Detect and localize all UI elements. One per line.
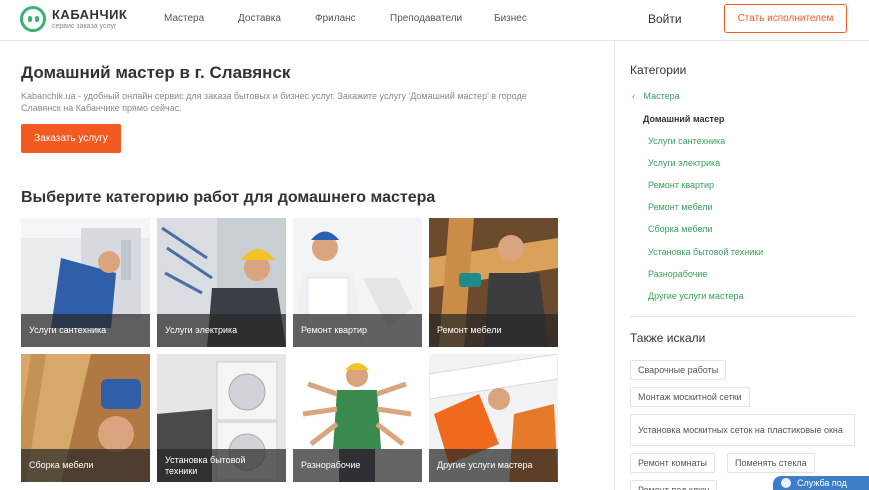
tile-furniture-assembly[interactable]: Сборка мебели <box>21 354 150 482</box>
nav-freelance[interactable]: Фриланс <box>315 13 356 24</box>
sidebar-item-furniture-assembly[interactable]: Сборка мебели <box>648 224 712 234</box>
tile-electrician[interactable]: Услуги электрика <box>157 218 286 347</box>
tag-replace-glass[interactable]: Поменять стекла <box>727 453 815 473</box>
become-executor-button[interactable]: Стать исполнителем <box>724 4 847 33</box>
order-service-button[interactable]: Заказать услугу <box>21 124 121 153</box>
tile-label: Услуги электрика <box>157 314 286 347</box>
nav-teachers[interactable]: Преподаватели <box>390 13 462 24</box>
tile-label: Разнорабочие <box>293 449 422 482</box>
sidebar-item-other-services[interactable]: Другие услуги мастера <box>648 291 744 301</box>
login-link[interactable]: Войти <box>648 12 682 26</box>
top-header: КАБАНЧИК сервис заказа услуг Мастера Дос… <box>0 0 869 41</box>
nav-business[interactable]: Бизнес <box>494 13 527 24</box>
sidebar-item-laborers[interactable]: Разнорабочие <box>648 269 707 279</box>
tile-furniture-repair[interactable]: Ремонт мебели <box>429 218 558 347</box>
chat-icon <box>781 478 791 488</box>
sidebar-categories-title: Категории <box>630 63 687 77</box>
sidebar-back-link[interactable]: ‹ Мастера <box>632 91 680 101</box>
tile-label: Услуги сантехника <box>21 314 150 347</box>
tag-mosquito-net-install[interactable]: Монтаж москитной сетки <box>630 387 750 407</box>
sidebar-item-appliance-install[interactable]: Установка бытовой техники <box>648 247 763 257</box>
tile-appliance-install[interactable]: Установка бытовой техники <box>157 354 286 482</box>
tag-mosquito-net-plastic-windows[interactable]: Установка москитных сеток на пластиковые… <box>630 414 855 446</box>
sidebar-section-divider <box>630 316 855 317</box>
sidebar-item-plumbing[interactable]: Услуги сантехника <box>648 136 725 146</box>
tile-label: Другие услуги мастера <box>429 449 558 482</box>
tile-other-master-services[interactable]: Другие услуги мастера <box>429 354 558 482</box>
categories-heading: Выберите категорию работ для домашнего м… <box>21 189 436 206</box>
tag-room-repair[interactable]: Ремонт комнаты <box>630 453 715 473</box>
tile-label: Ремонт мебели <box>429 314 558 347</box>
also-searched-title: Также искали <box>630 331 706 345</box>
chevron-left-icon: ‹ <box>632 91 635 101</box>
sidebar-divider <box>614 41 615 490</box>
tile-label: Установка бытовой техники <box>157 449 286 482</box>
nav-masters[interactable]: Мастера <box>164 13 204 24</box>
tag-welding[interactable]: Сварочные работы <box>630 360 727 380</box>
logo-name: КАБАНЧИК <box>52 6 128 22</box>
tile-laborers[interactable]: Разнорабочие <box>293 354 422 482</box>
tile-label: Сборка мебели <box>21 449 150 482</box>
page-title: Домашний мастер в г. Славянск <box>21 63 291 82</box>
support-chat-widget[interactable]: Служба под <box>773 476 869 490</box>
page-description: Kabanchik.ua - удобный онлайн сервис для… <box>21 91 527 113</box>
sidebar-item-furniture-repair[interactable]: Ремонт мебели <box>648 202 713 212</box>
sidebar-back-label: Мастера <box>643 91 680 101</box>
sidebar-current-category: Домашний мастер <box>643 114 725 124</box>
logo-icon <box>20 6 46 32</box>
sidebar-item-electrician[interactable]: Услуги электрика <box>648 158 720 168</box>
nav-delivery[interactable]: Доставка <box>238 13 281 24</box>
tile-plumbing[interactable]: Услуги сантехника <box>21 218 150 347</box>
tile-label: Ремонт квартир <box>293 314 422 347</box>
sidebar-item-apartment-repair[interactable]: Ремонт квартир <box>648 180 714 190</box>
tag-turnkey-repair[interactable]: Ремонт под ключ <box>630 480 718 490</box>
logo[interactable]: КАБАНЧИК сервис заказа услуг <box>20 6 127 32</box>
tile-apartment-repair[interactable]: Ремонт квартир <box>293 218 422 347</box>
logo-tagline: сервис заказа услуг <box>52 22 117 30</box>
chat-label: Служба под <box>797 478 847 488</box>
